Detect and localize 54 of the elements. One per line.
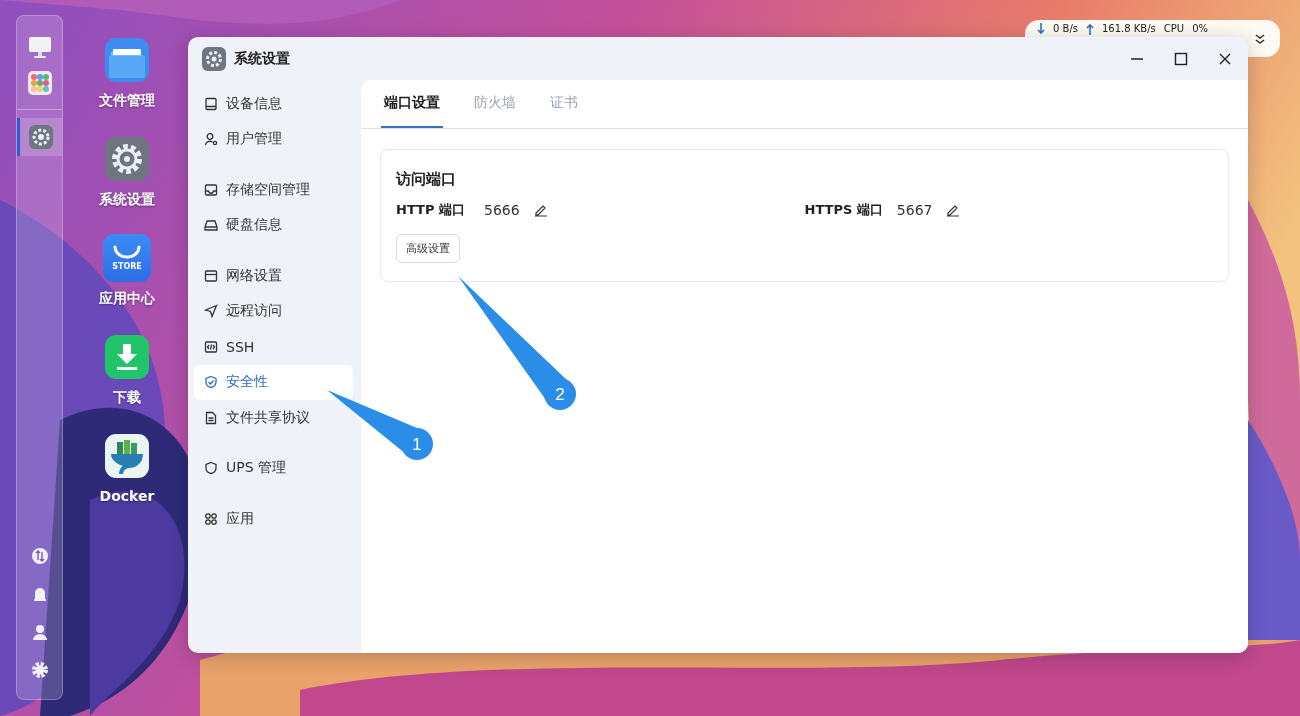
document-icon [204,410,218,425]
download-rate: 0 B/s [1053,23,1078,35]
inbox-icon [204,182,218,197]
window-icon [204,268,218,283]
sidebar-item[interactable]: 网络设置 [194,258,353,294]
chevron-down-icon[interactable] [1254,33,1266,45]
sidebar-item[interactable]: 安全性 [194,364,353,400]
app-label: 下载 [113,389,141,407]
card-title: 访问端口 [396,170,457,189]
download-icon[interactable] [103,333,151,381]
app-label: Docker [99,488,155,504]
edit-icon[interactable] [946,203,961,217]
app-label: 文件管理 [99,92,155,110]
advanced-settings-button[interactable]: 高级设置 [396,234,460,263]
close-icon[interactable] [1218,51,1232,66]
sidebar-item[interactable]: 应用 [194,501,353,537]
port-label: HTTPS 端口 [804,201,883,219]
sidebar-item[interactable]: 用户管理 [194,121,353,157]
send-icon [204,304,218,319]
apps-grid-icon[interactable] [26,70,53,96]
user-icon[interactable] [30,623,49,641]
edit-icon[interactable] [533,203,548,217]
sidebar-item[interactable]: SSH [194,329,353,365]
grid-icon [204,511,218,526]
cpu-label: CPU [1163,23,1185,35]
sidebar-item[interactable]: 设备信息 [194,86,353,122]
monitor-icon[interactable] [26,34,53,60]
shield-icon [204,461,218,476]
store-icon[interactable]: STORE [103,234,151,282]
download-arrow-icon [1037,23,1045,35]
sidebar-item[interactable]: 远程访问 [194,293,353,329]
transfer-icon[interactable] [30,547,49,565]
gear-icon[interactable] [103,135,151,183]
sidebar-item[interactable]: 存储空间管理 [194,172,353,208]
app-label: 应用中心 [99,290,155,308]
code-icon [204,339,218,354]
cpu-value: 0% [1192,23,1208,35]
app-label: 系统设置 [99,191,155,209]
maximize-icon[interactable] [1174,51,1188,66]
window-title: 系统设置 [234,49,290,68]
port-value: 5667 [896,202,933,218]
upload-rate: 161.8 KB/s [1102,23,1156,35]
drive-icon [204,96,218,111]
user-gear-icon [204,132,218,147]
sidebar-item[interactable]: 硬盘信息 [194,207,353,243]
settings-icon[interactable] [17,118,62,156]
tab[interactable]: 端口设置 [381,80,443,128]
whale-icon[interactable] [103,432,151,480]
upload-arrow-icon [1086,23,1094,35]
shield-check-icon [204,375,218,390]
settings-icon [202,46,226,71]
port-label: HTTP 端口 [396,201,466,219]
folder-icon[interactable] [103,36,151,84]
port-value: 5666 [484,202,520,218]
